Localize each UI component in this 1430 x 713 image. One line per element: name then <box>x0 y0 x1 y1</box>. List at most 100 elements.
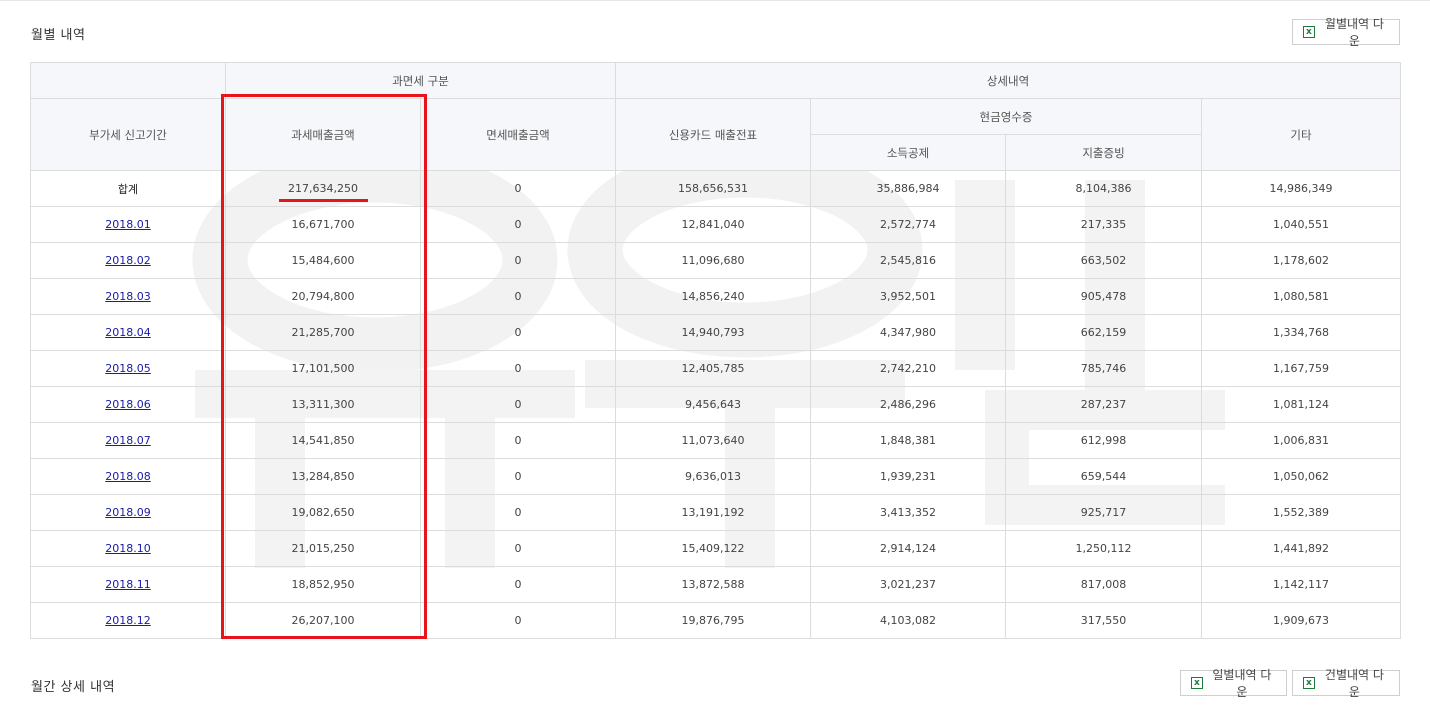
monthly-sales-table: 과면세 구분 상세내역 부가세 신고기간 과세매출금액 면세매출금액 신용카드 … <box>30 62 1402 639</box>
cell-period: 2018.10 <box>30 530 226 567</box>
cell-expense-proof: 8,104,386 <box>1005 170 1202 207</box>
cell-expense-proof: 925,717 <box>1005 494 1202 531</box>
cell-credit-card: 9,636,013 <box>615 458 811 495</box>
cell-income-deduction: 2,742,210 <box>810 350 1006 387</box>
cell-expense-proof: 659,544 <box>1005 458 1202 495</box>
monthly-download-label: 월별내역 다운 <box>1324 17 1384 48</box>
cell-credit-card: 19,876,795 <box>615 602 811 639</box>
period-link[interactable]: 2018.11 <box>105 578 151 591</box>
cell-period: 2018.12 <box>30 602 226 639</box>
header-taxable: 과세매출금액 <box>225 98 421 171</box>
header-expense-proof: 지출증빙 <box>1005 134 1202 171</box>
header-detail-group: 상세내역 <box>614 62 1402 99</box>
cell-other: 1,080,581 <box>1200 278 1402 315</box>
period-link[interactable]: 2018.08 <box>105 470 151 483</box>
cell-exempt: 0 <box>420 566 616 603</box>
each-download-button[interactable]: x 건별내역 다운 <box>1292 668 1400 699</box>
cell-credit-card: 12,405,785 <box>615 350 811 387</box>
cell-period: 2018.11 <box>30 566 226 603</box>
cell-income-deduction: 3,413,352 <box>810 494 1006 531</box>
cell-taxable: 14,541,850 <box>225 422 421 459</box>
cell-credit-card: 11,073,640 <box>615 422 811 459</box>
table-row: 2018.06 13,311,300 0 9,456,643 2,486,296 287,… <box>30 386 1402 423</box>
table-row: 2018.12 26,207,100 0 19,876,795 4,103,082 317… <box>30 602 1402 639</box>
daily-download-button[interactable]: x 일별내역 다운 <box>1180 668 1287 699</box>
cell-exempt: 0 <box>420 206 616 243</box>
cell-other: 1,006,831 <box>1200 422 1402 459</box>
period-link[interactable]: 2018.10 <box>105 542 151 555</box>
period-link[interactable]: 2018.04 <box>105 326 151 339</box>
period-link[interactable]: 2018.07 <box>105 434 151 447</box>
cell-other: 1,040,551 <box>1200 206 1402 243</box>
excel-icon: x <box>1191 677 1203 689</box>
table-row: 2018.03 20,794,800 0 14,856,240 3,952,501 905… <box>30 278 1402 315</box>
cell-income-deduction: 2,572,774 <box>810 206 1006 243</box>
period-link[interactable]: 2018.09 <box>105 506 151 519</box>
cell-period: 2018.07 <box>30 422 226 459</box>
cell-taxable: 15,484,600 <box>225 242 421 279</box>
cell-other: 1,081,124 <box>1200 386 1402 423</box>
period-link[interactable]: 2018.01 <box>105 218 151 231</box>
cell-expense-proof: 217,335 <box>1005 206 1202 243</box>
cell-income-deduction: 3,952,501 <box>810 278 1006 315</box>
cell-credit-card: 14,940,793 <box>615 314 811 351</box>
period-link[interactable]: 2018.05 <box>105 362 151 375</box>
table-row: 2018.11 18,852,950 0 13,872,588 3,021,237 817… <box>30 566 1402 603</box>
excel-icon: x <box>1303 26 1315 38</box>
cell-other: 1,142,117 <box>1200 566 1402 603</box>
cell-expense-proof: 612,998 <box>1005 422 1202 459</box>
cell-income-deduction: 1,848,381 <box>810 422 1006 459</box>
cell-total-label: 합계 <box>30 170 226 207</box>
cell-other: 14,986,349 <box>1200 170 1402 207</box>
cell-expense-proof: 662,159 <box>1005 314 1202 351</box>
period-link[interactable]: 2018.12 <box>105 614 151 627</box>
table-row: 2018.07 14,541,850 0 11,073,640 1,848,381 612… <box>30 422 1402 459</box>
cell-income-deduction: 4,347,980 <box>810 314 1006 351</box>
cell-income-deduction: 1,939,231 <box>810 458 1006 495</box>
cell-taxable: 13,284,850 <box>225 458 421 495</box>
detail-section-title: 월간 상세 내역 <box>31 680 116 695</box>
table-row: 합계 217,634,250 0 158,656,531 35,886,984 8,104… <box>30 170 1402 207</box>
cell-taxable: 21,285,700 <box>225 314 421 351</box>
header-exempt: 면세매출금액 <box>420 98 616 171</box>
cell-expense-proof: 785,746 <box>1005 350 1202 387</box>
cell-exempt: 0 <box>420 602 616 639</box>
cell-income-deduction: 3,021,237 <box>810 566 1006 603</box>
cell-credit-card: 15,409,122 <box>615 530 811 567</box>
cell-credit-card: 13,191,192 <box>615 494 811 531</box>
cell-exempt: 0 <box>420 278 616 315</box>
cell-income-deduction: 2,914,124 <box>810 530 1006 567</box>
cell-other: 1,050,062 <box>1200 458 1402 495</box>
cell-credit-card: 14,856,240 <box>615 278 811 315</box>
cell-credit-card: 13,872,588 <box>615 566 811 603</box>
header-other: 기타 <box>1200 98 1402 171</box>
cell-exempt: 0 <box>420 170 616 207</box>
cell-period: 2018.05 <box>30 350 226 387</box>
cell-taxable: 26,207,100 <box>225 602 421 639</box>
cell-taxable: 19,082,650 <box>225 494 421 531</box>
header-tax-group: 과면세 구분 <box>225 62 616 99</box>
period-link[interactable]: 2018.06 <box>105 398 151 411</box>
cell-credit-card: 12,841,040 <box>615 206 811 243</box>
cell-expense-proof: 663,502 <box>1005 242 1202 279</box>
cell-credit-card: 158,656,531 <box>615 170 811 207</box>
cell-taxable: 18,852,950 <box>225 566 421 603</box>
cell-income-deduction: 2,545,816 <box>810 242 1006 279</box>
cell-period: 2018.04 <box>30 314 226 351</box>
cell-exempt: 0 <box>420 422 616 459</box>
monthly-download-button[interactable]: x 월별내역 다운 <box>1292 17 1400 48</box>
header-cash-receipt: 현금영수증 <box>810 98 1202 135</box>
period-link[interactable]: 2018.03 <box>105 290 151 303</box>
cell-exempt: 0 <box>420 458 616 495</box>
monthly-section-title: 월별 내역 <box>31 28 86 43</box>
cell-taxable: 20,794,800 <box>225 278 421 315</box>
cell-income-deduction: 4,103,082 <box>810 602 1006 639</box>
each-download-label: 건별내역 다운 <box>1324 668 1384 699</box>
period-link[interactable]: 2018.02 <box>105 254 151 267</box>
cell-period: 2018.08 <box>30 458 226 495</box>
cell-expense-proof: 287,237 <box>1005 386 1202 423</box>
cell-credit-card: 11,096,680 <box>615 242 811 279</box>
cell-taxable: 21,015,250 <box>225 530 421 567</box>
header-period: 부가세 신고기간 <box>30 98 226 171</box>
cell-exempt: 0 <box>420 314 616 351</box>
